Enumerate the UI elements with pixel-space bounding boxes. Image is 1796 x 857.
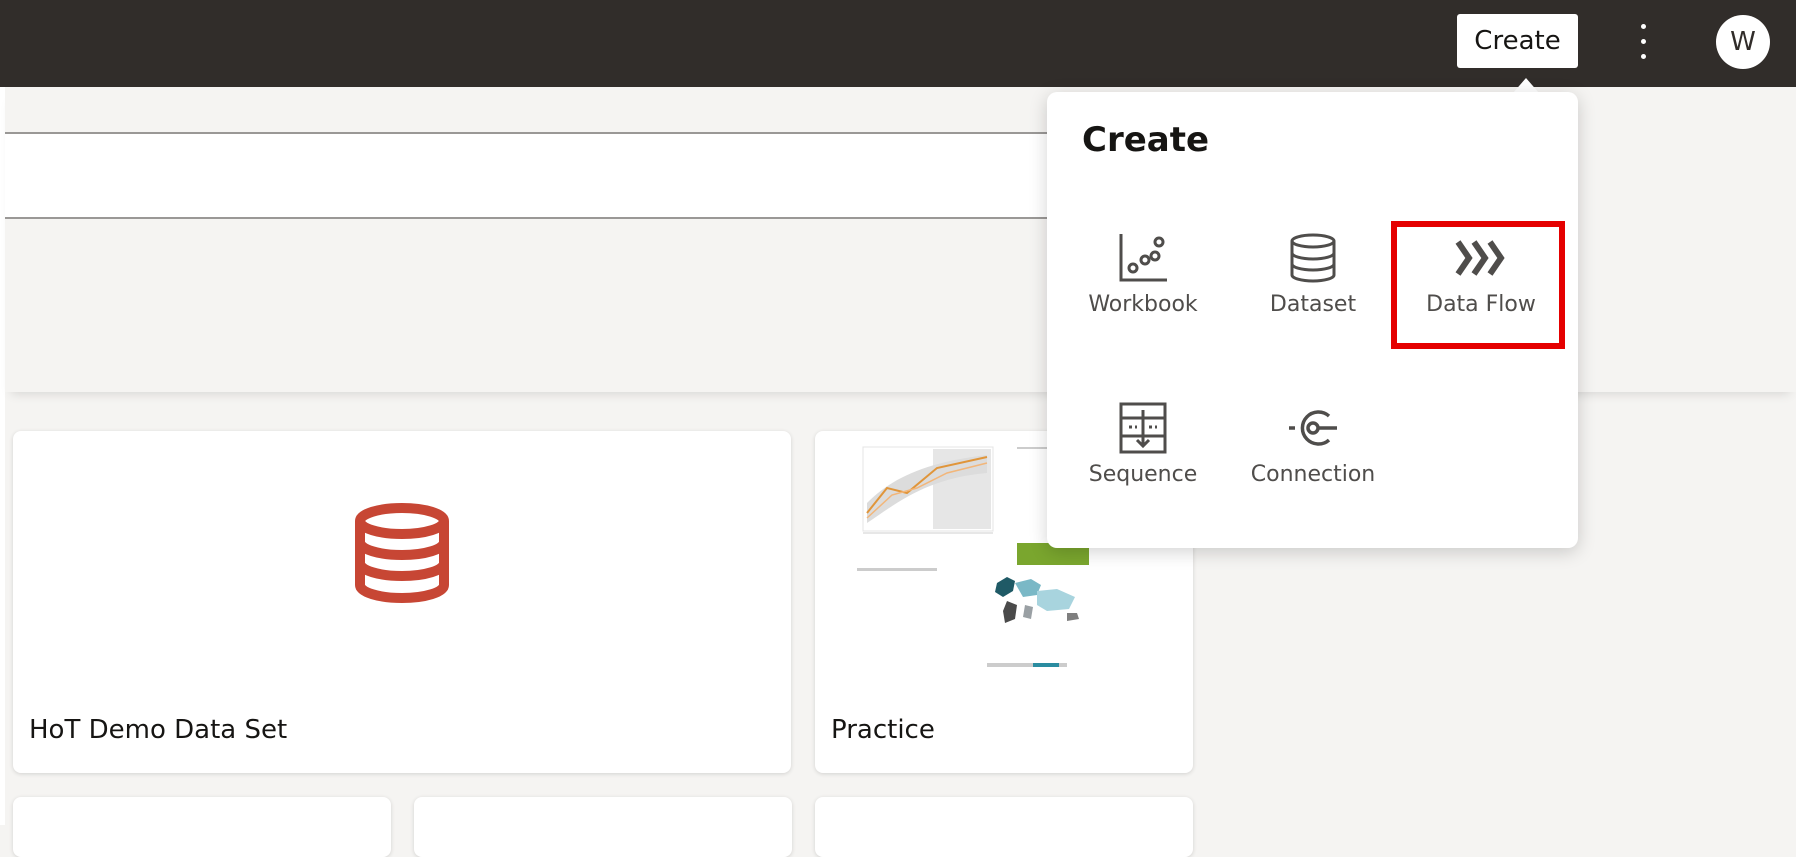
create-workbook-item[interactable]: Workbook <box>1063 232 1223 342</box>
create-data-flow-label: Data Flow <box>1426 292 1536 317</box>
card-title: HoT Demo Data Set <box>29 715 288 745</box>
user-avatar[interactable]: W <box>1716 15 1770 69</box>
connection-icon <box>1289 410 1337 446</box>
create-connection-item[interactable]: Connection <box>1233 402 1393 512</box>
create-workbook-label: Workbook <box>1088 292 1198 317</box>
create-dataset-item[interactable]: Dataset <box>1233 232 1393 342</box>
create-connection-label: Connection <box>1250 462 1376 487</box>
create-data-flow-item[interactable]: Data Flow <box>1401 232 1561 342</box>
dataset-icon <box>1290 233 1336 283</box>
create-button[interactable]: Create <box>1457 14 1578 68</box>
popup-caret <box>1513 78 1539 93</box>
card-partial-3[interactable] <box>815 797 1193 857</box>
top-bar: Create W <box>0 0 1796 87</box>
sequence-icon <box>1119 402 1167 454</box>
create-sequence-item[interactable]: Sequence <box>1063 402 1223 512</box>
card-partial-2[interactable] <box>414 797 792 857</box>
card-hot-demo-data-set[interactable]: HoT Demo Data Set <box>13 431 791 773</box>
card-title: Practice <box>831 715 935 745</box>
create-menu-title: Create <box>1082 120 1210 160</box>
search-input[interactable] <box>5 132 1105 219</box>
card-partial-1[interactable] <box>13 797 391 857</box>
create-sequence-label: Sequence <box>1088 462 1198 487</box>
workbook-icon <box>1119 234 1167 282</box>
more-options-icon[interactable] <box>1628 20 1658 64</box>
data-flow-icon <box>1455 240 1505 276</box>
create-menu-popup: Create Workbook Dataset Data Flow Sequen… <box>1047 92 1578 548</box>
database-icon <box>355 503 449 603</box>
create-dataset-label: Dataset <box>1269 292 1357 317</box>
